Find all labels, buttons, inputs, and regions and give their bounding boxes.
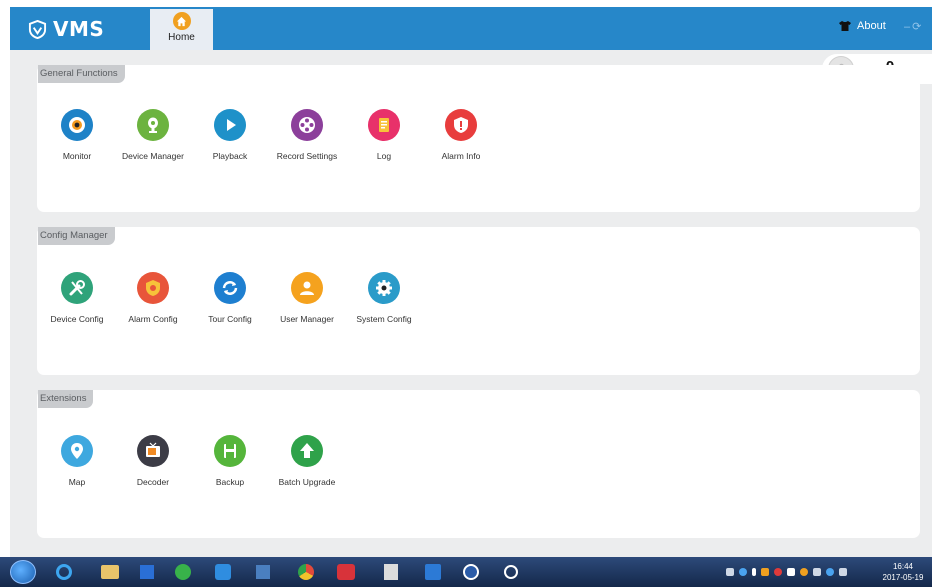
word-app-icon[interactable] — [422, 561, 444, 583]
shield-tray-icon[interactable] — [787, 568, 795, 576]
tile-label: System Config — [356, 314, 412, 324]
section-title: Extensions — [38, 390, 94, 408]
green-app-icon[interactable] — [172, 561, 194, 583]
tile-label: Batch Upgrade — [278, 477, 336, 487]
playback-icon — [214, 109, 246, 141]
tile-label: Alarm Info — [441, 151, 481, 161]
tile-label: Device Config — [50, 314, 104, 324]
windows-taskbar: 16:44 2017-05-19 — [0, 557, 932, 587]
alarm-info-icon — [445, 109, 477, 141]
start-button[interactable] — [10, 560, 36, 584]
alarm-config-button[interactable]: Alarm Config — [115, 272, 191, 324]
app-title: VMS — [53, 17, 105, 41]
system-config-button[interactable]: System Config — [346, 272, 422, 324]
user-manager-icon — [291, 272, 323, 304]
taskbar-clock[interactable]: 16:44 2017-05-19 — [876, 561, 930, 583]
tray-app-icon[interactable] — [761, 568, 769, 576]
log-icon — [368, 109, 400, 141]
monitor-icon — [61, 109, 93, 141]
tile-label: Record Settings — [276, 151, 338, 161]
document-app-icon[interactable] — [380, 561, 402, 583]
device-config-button[interactable]: Device Config — [39, 272, 115, 324]
home-icon — [172, 12, 191, 30]
alarm-config-icon — [137, 272, 169, 304]
tile-label: Device Manager — [122, 151, 184, 161]
shield-logo-icon — [28, 19, 47, 39]
tile-label: User Manager — [280, 314, 334, 324]
tile-label: Decoder — [136, 477, 170, 487]
decoder-icon — [137, 435, 169, 467]
bluetooth-icon[interactable] — [826, 568, 834, 576]
tile-label: Alarm Config — [128, 314, 178, 324]
device-config-icon — [61, 272, 93, 304]
chrome-icon[interactable] — [295, 561, 317, 583]
general-functions-section: General Functions Monitor Device Manager… — [37, 65, 920, 212]
tile-label: Backup — [215, 477, 245, 487]
minimize-button[interactable]: – — [904, 21, 912, 33]
backup-icon — [214, 435, 246, 467]
shirt-icon — [839, 21, 851, 31]
clock-date: 2017-05-19 — [882, 573, 924, 582]
window-controls: –⟳ — [904, 20, 923, 33]
map-button[interactable]: Map — [39, 435, 115, 487]
restore-icon[interactable]: ⟳ — [912, 21, 923, 33]
map-icon — [61, 435, 93, 467]
title-bar: VMS Home About –⟳ — [10, 7, 932, 50]
batch-upgrade-icon — [291, 435, 323, 467]
blue-app-icon[interactable] — [212, 561, 234, 583]
display-icon[interactable] — [839, 568, 847, 576]
log-button[interactable]: Log — [346, 109, 422, 161]
network-icon[interactable] — [726, 568, 734, 576]
vms-search-app-icon[interactable] — [500, 561, 522, 583]
monitor-button[interactable]: Monitor — [39, 109, 115, 161]
tile-label: Log — [376, 151, 392, 161]
extensions-section: Extensions Map Decoder Backup Batch Upgr… — [37, 390, 920, 538]
about-button[interactable]: About — [839, 20, 886, 32]
tile-label: Monitor — [62, 151, 92, 161]
tile-label: Tour Config — [208, 314, 252, 324]
red-app-icon[interactable] — [335, 561, 357, 583]
tab-home[interactable]: Home — [150, 9, 213, 50]
list-app-icon[interactable] — [252, 561, 274, 583]
help-icon[interactable] — [739, 568, 747, 576]
device-manager-icon — [137, 109, 169, 141]
decoder-button[interactable]: Decoder — [115, 435, 191, 487]
media-player-icon[interactable] — [136, 561, 158, 583]
flag-tray-icon[interactable] — [800, 568, 808, 576]
file-explorer-icon[interactable] — [99, 561, 121, 583]
config-manager-section: Config Manager Device Config Alarm Confi… — [37, 227, 920, 375]
circle-app-icon[interactable] — [460, 561, 482, 583]
about-label: About — [857, 20, 886, 32]
alarm-info-button[interactable]: Alarm Info — [423, 109, 499, 161]
batch-upgrade-button[interactable]: Batch Upgrade — [269, 435, 345, 487]
section-title: Config Manager — [38, 227, 115, 245]
ie-browser-icon[interactable] — [53, 561, 75, 583]
tour-config-icon — [214, 272, 246, 304]
user-manager-button[interactable]: User Manager — [269, 272, 345, 324]
record-settings-button[interactable]: Record Settings — [269, 109, 345, 161]
volume-icon[interactable] — [813, 568, 821, 576]
vms-logo: VMS — [28, 16, 104, 42]
device-manager-button[interactable]: Device Manager — [115, 109, 191, 161]
system-tray — [726, 566, 847, 578]
record-settings-icon — [291, 109, 323, 141]
tile-label: Playback — [212, 151, 248, 161]
tile-label: Map — [68, 477, 86, 487]
vms-window: VMS Home About –⟳ 0 Genera — [10, 7, 932, 557]
playback-button[interactable]: Playback — [192, 109, 268, 161]
tab-home-label: Home — [168, 32, 195, 43]
tray-item-icon[interactable] — [752, 568, 756, 576]
antivirus-icon[interactable] — [774, 568, 782, 576]
tour-config-button[interactable]: Tour Config — [192, 272, 268, 324]
section-title: General Functions — [38, 65, 125, 83]
system-config-icon — [368, 272, 400, 304]
backup-button[interactable]: Backup — [192, 435, 268, 487]
clock-time: 16:44 — [892, 562, 914, 571]
